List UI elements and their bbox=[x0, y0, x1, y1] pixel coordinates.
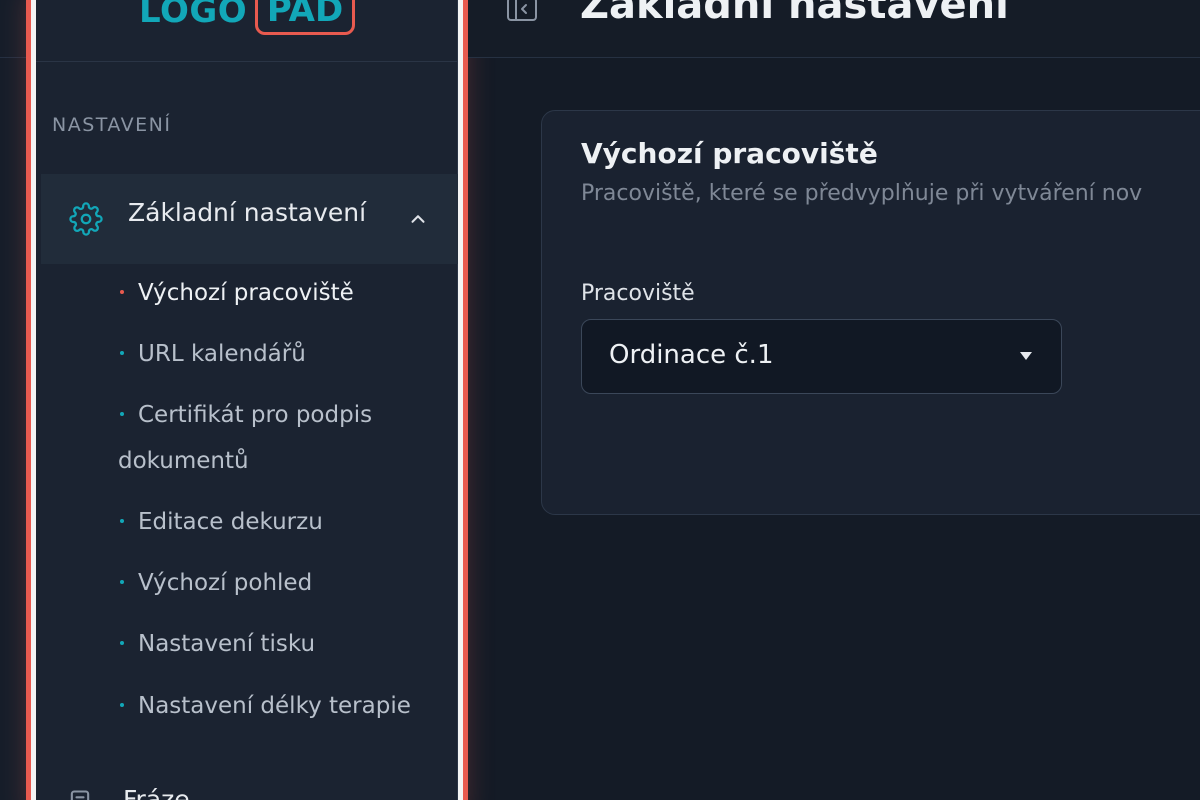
workplace-select[interactable]: Ordinace č.1 bbox=[581, 319, 1062, 394]
bullet bbox=[120, 579, 124, 584]
sidebar-subitem-label: Výchozí pracoviště bbox=[138, 280, 354, 306]
sidebar-subitem-delka-terapie[interactable]: Nastavení délky terapie bbox=[118, 683, 448, 729]
app-page: LOGO PAD NASTAVENÍ Základní nastavení Vý… bbox=[0, 0, 1200, 800]
topbar: Základní nastavení bbox=[468, 0, 1200, 58]
sidebar-subitem-certifikat[interactable]: Certifikát pro podpis dokumentů bbox=[118, 392, 448, 484]
logo-badge: PAD bbox=[255, 0, 355, 35]
sidebar-subitem-label: URL kalendářů bbox=[138, 341, 306, 367]
sidebar-subitem-label: Výchozí pohled bbox=[138, 570, 313, 596]
logo-row: LOGO PAD bbox=[36, 0, 457, 62]
bullet bbox=[120, 640, 124, 645]
sidebar-item-zakladni-nastaveni[interactable]: Základní nastavení bbox=[41, 174, 458, 264]
sidebar-subitem-url-kalendaru[interactable]: URL kalendářů bbox=[118, 331, 448, 377]
sidebar-subitem-vychozi-pohled[interactable]: Výchozí pohled bbox=[118, 560, 448, 606]
sidebar-edge bbox=[458, 0, 463, 800]
sidebar-subitem-vychozi-pracoviste[interactable]: Výchozí pracoviště bbox=[118, 270, 448, 316]
bullet bbox=[120, 518, 124, 523]
collapse-sidebar-icon[interactable] bbox=[506, 0, 538, 24]
sidebar-subitem-label: Nastavení tisku bbox=[138, 631, 316, 657]
active-bullet bbox=[120, 289, 124, 294]
left-strip bbox=[0, 0, 26, 800]
sidebar-subitem-label: Nastavení délky terapie bbox=[138, 693, 411, 719]
workplace-field-label: Pracoviště bbox=[581, 281, 695, 306]
sidebar-item-label: Fráze bbox=[123, 785, 190, 800]
sidebar-item-label: Základní nastavení bbox=[128, 198, 367, 227]
sidebar-subitem-nastaveni-tisku[interactable]: Nastavení tisku bbox=[118, 621, 448, 667]
bullet bbox=[120, 411, 124, 416]
logo-badge-text: PAD bbox=[266, 0, 344, 30]
logo-text: LOGO bbox=[139, 0, 248, 31]
bullet bbox=[120, 702, 124, 707]
divider bbox=[0, 57, 26, 58]
page-title: Základní nastavení bbox=[580, 0, 1009, 28]
document-icon bbox=[70, 790, 90, 800]
card-description: Pracoviště, které se předvyplňuje při vy… bbox=[581, 181, 1143, 206]
caret-down-icon bbox=[1020, 352, 1032, 360]
bullet bbox=[120, 350, 124, 355]
sidebar-subitem-editace-dekurzu[interactable]: Editace dekurzu bbox=[118, 499, 448, 545]
card-title: Výchozí pracoviště bbox=[581, 137, 878, 170]
chevron-up-icon[interactable] bbox=[407, 208, 429, 230]
sidebar-subitem-label: Certifikát pro podpis dokumentů bbox=[118, 402, 373, 474]
sidebar-panel: LOGO PAD NASTAVENÍ Základní nastavení Vý… bbox=[36, 0, 458, 800]
sidebar-item-fraze[interactable]: Fráze bbox=[66, 777, 446, 800]
sidebar-subitem-label: Editace dekurzu bbox=[138, 509, 323, 535]
workplace-select-value: Ordinace č.1 bbox=[609, 340, 774, 370]
settings-card: Výchozí pracoviště Pracoviště, které se … bbox=[541, 110, 1200, 515]
sidebar: LOGO PAD NASTAVENÍ Základní nastavení Vý… bbox=[26, 0, 468, 800]
gear-icon bbox=[69, 202, 103, 236]
section-label: NASTAVENÍ bbox=[52, 114, 172, 136]
